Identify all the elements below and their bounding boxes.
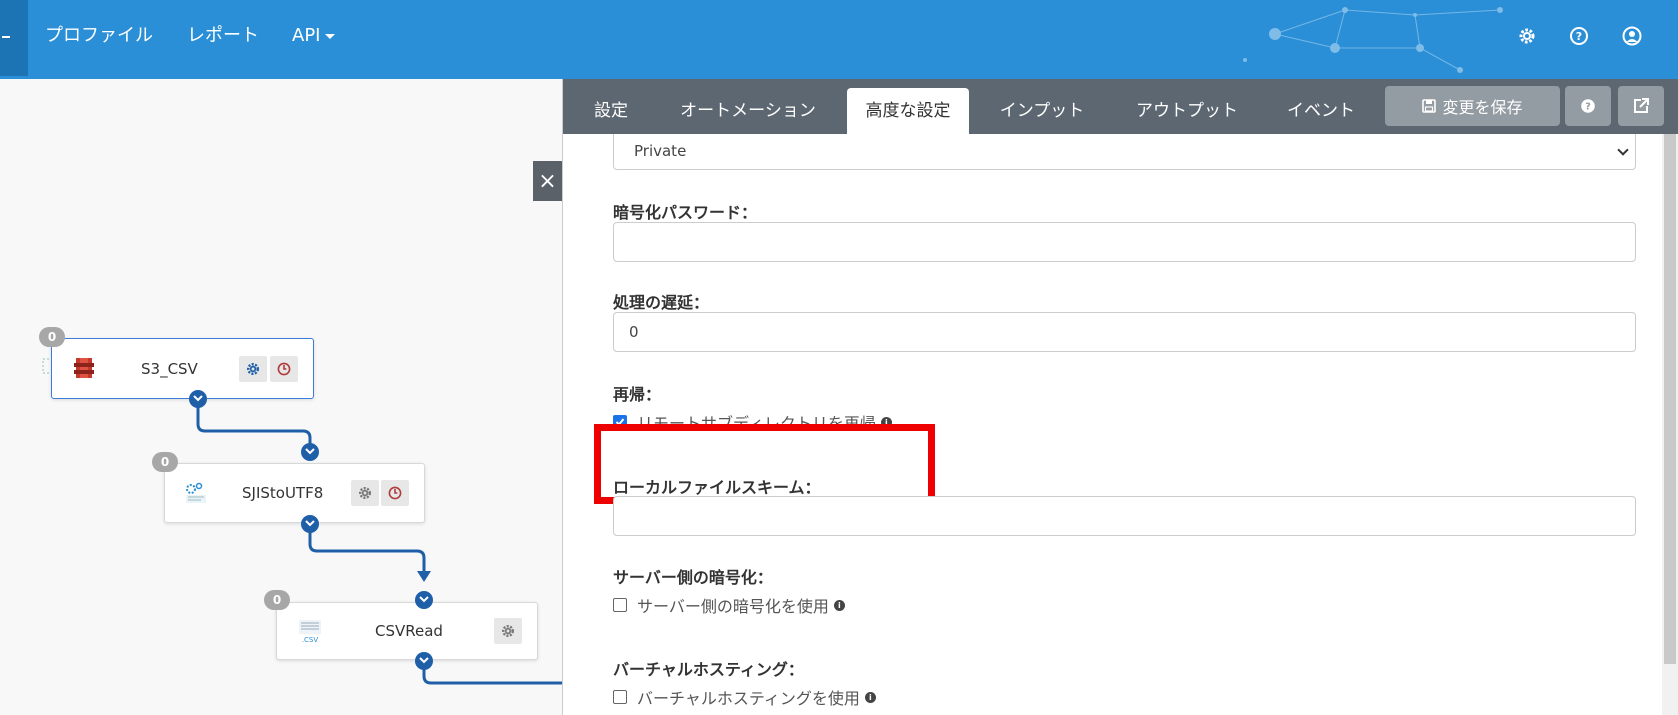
- node-count-badge: 0: [152, 452, 178, 472]
- node-settings-button[interactable]: [239, 355, 267, 382]
- server-side-encryption-label: サーバー側の暗号化：: [613, 568, 773, 587]
- flow-canvas[interactable]: S3_CSV 0 SJIStoUTF8 0 .CSV CSVRead 0: [0, 79, 562, 715]
- chevron-down-icon: [305, 448, 315, 455]
- svg-text:?: ?: [1576, 30, 1582, 43]
- input-port[interactable]: [301, 443, 319, 461]
- flow-node-sjistoutf8[interactable]: SJIStoUTF8: [164, 463, 425, 523]
- save-button-label: 変更を保存: [1442, 98, 1523, 117]
- settings-panel: 設定 オートメーション 高度な設定 インプット アウトプット イベント 変更を保…: [562, 79, 1678, 715]
- node-schedule-button[interactable]: [381, 480, 409, 506]
- tab-events[interactable]: イベント: [1269, 88, 1373, 134]
- chevron-down-icon: [305, 520, 315, 527]
- virtual-hosting-checkbox[interactable]: [613, 690, 627, 704]
- processing-delay-input[interactable]: 0: [613, 312, 1636, 352]
- panel-scrollbar-thumb[interactable]: [1664, 134, 1676, 664]
- info-icon[interactable]: i: [833, 599, 845, 611]
- gear-icon: [502, 625, 514, 637]
- local-file-scheme-label: ローカルファイルスキーム：: [613, 478, 821, 497]
- node-label: CSVRead: [375, 622, 443, 640]
- chevron-down-icon: [1617, 144, 1629, 156]
- encryption-password-label: 暗号化パスワード：: [613, 203, 758, 222]
- advanced-settings-form: Private 暗号化パスワード： 処理の遅延： 0 再帰： リモートサブディレ…: [563, 134, 1663, 715]
- node-count-badge: 0: [264, 590, 290, 610]
- local-file-scheme-input[interactable]: [613, 496, 1636, 536]
- server-side-encryption-checkbox-label[interactable]: サーバー側の暗号化を使用: [637, 593, 829, 617]
- node-settings-button[interactable]: [494, 618, 522, 644]
- input-port[interactable]: [415, 591, 433, 609]
- tab-input[interactable]: インプット: [983, 88, 1101, 134]
- csv-icon-text: .CSV: [302, 636, 319, 644]
- tab-automation[interactable]: オートメーション: [663, 88, 833, 134]
- caret-down-icon: [325, 33, 336, 39]
- output-port[interactable]: [415, 652, 433, 670]
- server-side-encryption-option: サーバー側の暗号化を使用 i: [613, 593, 845, 617]
- panel-tabbar: 設定 オートメーション 高度な設定 インプット アウトプット イベント 変更を保…: [563, 79, 1678, 134]
- output-port[interactable]: [301, 515, 319, 533]
- node-count-badge: 0: [39, 327, 65, 347]
- virtual-hosting-label: バーチャルホスティング：: [613, 660, 804, 679]
- chevron-down-icon: [419, 596, 429, 603]
- gear-icon: [359, 487, 371, 499]
- user-icon[interactable]: [1622, 26, 1642, 46]
- node-label: SJIStoUTF8: [242, 484, 324, 502]
- node-schedule-button[interactable]: [270, 355, 298, 382]
- nav-item-api[interactable]: API: [292, 24, 336, 48]
- server-side-encryption-checkbox[interactable]: [613, 598, 627, 612]
- output-port[interactable]: [189, 390, 207, 408]
- encryption-password-input[interactable]: [613, 222, 1636, 262]
- tab-advanced[interactable]: 高度な設定: [847, 88, 969, 134]
- floppy-disk-icon: [1422, 99, 1437, 113]
- open-external-button[interactable]: [1618, 86, 1664, 126]
- external-link-icon: [1634, 98, 1649, 113]
- top-navbar: プロファイル レポート API ?: [0, 0, 1678, 79]
- flow-node-s3-csv[interactable]: S3_CSV: [51, 338, 314, 399]
- tab-output[interactable]: アウトプット: [1117, 88, 1257, 134]
- nav-item-profile[interactable]: プロファイル: [45, 24, 153, 48]
- gear-icon: [247, 362, 259, 375]
- aws-s3-icon: [74, 358, 94, 378]
- nav-item-api-label: API: [292, 25, 321, 46]
- close-panel-button[interactable]: ×: [533, 161, 562, 201]
- help-icon[interactable]: ?: [1569, 26, 1589, 46]
- encoding-icon: [186, 482, 206, 503]
- clock-icon: [388, 486, 402, 500]
- virtual-hosting-option: バーチャルホスティングを使用 i: [613, 685, 876, 709]
- tab-settings[interactable]: 設定: [575, 88, 647, 134]
- processing-delay-label: 処理の遅延：: [613, 293, 710, 312]
- help-button[interactable]: ?: [1565, 86, 1611, 126]
- chevron-down-icon: [193, 395, 203, 402]
- node-settings-button[interactable]: [351, 480, 379, 506]
- info-icon[interactable]: i: [864, 691, 876, 703]
- gear-icon[interactable]: [1517, 26, 1537, 46]
- svg-text:?: ?: [1585, 102, 1591, 113]
- save-button[interactable]: 変更を保存: [1385, 86, 1560, 126]
- chevron-down-icon: [419, 657, 429, 664]
- menu-toggle-tab[interactable]: [0, 0, 28, 76]
- clock-icon: [277, 362, 291, 375]
- flow-node-csvread[interactable]: .CSV CSVRead: [276, 602, 538, 660]
- node-label: S3_CSV: [141, 359, 198, 378]
- nav-item-report[interactable]: レポート: [187, 24, 259, 48]
- recursive-label: 再帰：: [613, 385, 662, 404]
- virtual-hosting-checkbox-label[interactable]: バーチャルホスティングを使用: [637, 685, 860, 709]
- access-select-value: Private: [634, 142, 687, 160]
- access-select[interactable]: Private: [613, 134, 1636, 170]
- help-icon: ?: [1581, 99, 1595, 113]
- csv-file-icon: .CSV: [299, 620, 321, 644]
